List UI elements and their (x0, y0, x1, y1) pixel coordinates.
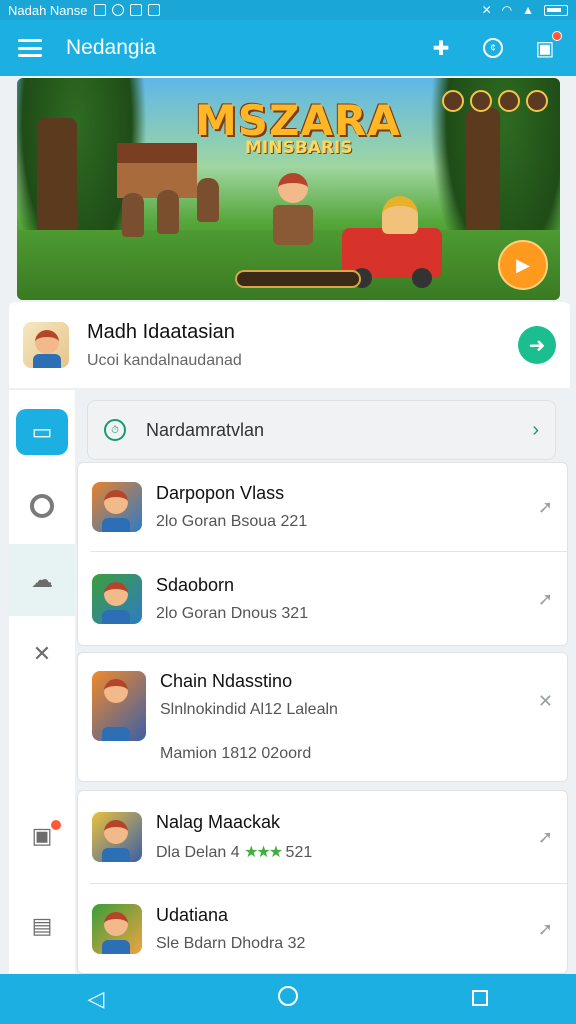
mute-icon: ✕ (481, 3, 492, 17)
list-group: Nalag Maackak Dla Delan 4 ★★★ 521 ➚ Udat… (77, 790, 568, 974)
featured-subtitle: Ucoi kandalnaudanad (87, 351, 242, 369)
hero-banner[interactable]: MSZARA MINSBARIS ▶ (17, 78, 560, 300)
filter-label: Nardamratvlan (146, 419, 265, 440)
close-icon: ✕ (32, 641, 52, 666)
item-avatar (92, 671, 146, 741)
notification-badge (552, 31, 562, 41)
nav-gift[interactable]: ▣ (9, 800, 75, 872)
notification-badge (51, 820, 61, 830)
side-nav: ▭ ☁ ✕ ▣ ▤ (9, 390, 75, 974)
item-avatar (92, 812, 142, 862)
content-area: ⏱ Nardamratvlan › Darpopon Vlass 2lo Gor… (77, 390, 570, 974)
nav-wallet[interactable]: ▭ (9, 396, 75, 468)
home-icon (278, 986, 298, 1006)
banner-subtitle: MINSBARIS (245, 138, 353, 158)
status-bar: Nadah Nanse ✕ ◠ ▲ (0, 0, 576, 20)
item-avatar (92, 904, 142, 954)
cloud-icon: ☁ (31, 567, 53, 592)
app-bar: Nedangia ✚ ¢ ▣ (0, 20, 576, 76)
item-avatar (92, 574, 142, 624)
featured-avatar (23, 322, 69, 368)
image-icon (129, 4, 142, 16)
go-button[interactable]: ➜ (518, 326, 556, 364)
list-item[interactable]: Nalag Maackak Dla Delan 4 ★★★ 521 ➚ (78, 791, 567, 883)
nav-cloud[interactable]: ☁ (9, 544, 75, 616)
item-detail: Mamion 1812 02oord (160, 745, 312, 762)
item-subtitle: Dla Delan 4 ★★★ 521 (156, 842, 312, 862)
filter-bar[interactable]: ⏱ Nardamratvlan › (87, 400, 556, 460)
item-subtitle: 2lo Goran Bsoua 221 (156, 513, 308, 530)
close-icon[interactable]: ✕ (538, 691, 553, 712)
play-button[interactable]: ▶ (498, 240, 548, 290)
sync-icon (111, 4, 124, 16)
item-rating-suffix: 521 (285, 844, 313, 861)
coin-icon: ¢ (483, 38, 503, 58)
item-title: Nalag Maackak (156, 812, 281, 832)
arrow-icon[interactable]: ➚ (538, 589, 553, 610)
rating-stars: ★★★ (244, 844, 283, 861)
wifi-icon: ◠ (501, 3, 513, 17)
arrow-icon[interactable]: ➚ (538, 497, 553, 518)
hut-illustration (117, 143, 197, 198)
item-title: Chain Ndasstino (160, 671, 293, 691)
home-button[interactable] (268, 986, 308, 1012)
list-item[interactable]: Udatiana Sle Bdarn Dhodra 32 ➚ (78, 884, 567, 974)
puzzle-icon[interactable]: ✚ (428, 35, 454, 61)
signal-icon: ▲ (522, 3, 534, 17)
status-text: Nadah Nanse (8, 2, 88, 18)
wallet-icon: ▭ (31, 419, 53, 444)
gift-button[interactable]: ▣ (532, 31, 562, 61)
gift-icon: ▣ (535, 37, 555, 60)
nav-ring[interactable] (9, 470, 75, 542)
item-title: Udatiana (156, 905, 229, 925)
app-title: Nedangia (66, 36, 156, 59)
item-avatar (92, 482, 142, 532)
item-subtitle: Sle Bdarn Dhodra 32 (156, 935, 306, 952)
arrow-icon[interactable]: ➚ (538, 919, 553, 940)
menu-icon[interactable] (18, 39, 42, 57)
hero-character (270, 173, 316, 255)
coin-button[interactable]: ¢ (480, 35, 506, 61)
arrow-right-icon: ➜ (528, 334, 546, 357)
document-icon: ▤ (31, 913, 53, 938)
recent-apps-icon (472, 990, 488, 1006)
list-group: Chain Ndasstino Slnlnokindid Al12 Laleal… (77, 652, 568, 782)
clock-icon: ⏱ (104, 419, 126, 441)
arrow-icon[interactable]: ➚ (538, 827, 553, 848)
truck-illustration (342, 228, 442, 288)
recent-apps-button[interactable] (460, 986, 500, 1012)
notification-icon (93, 4, 106, 16)
list-item[interactable]: Sdaoborn 2lo Goran Dnous 321 ➚ (78, 552, 567, 646)
item-title: Sdaoborn (156, 575, 235, 595)
system-nav-bar: ◁ (0, 974, 576, 1024)
ring-icon (30, 494, 54, 518)
list-group: Darpopon Vlass 2lo Goran Bsoua 221 ➚ Sda… (77, 462, 568, 646)
item-subtitle: Slnlnokindid Al12 Lalealn (160, 701, 338, 718)
nav-close[interactable]: ✕ (9, 618, 75, 690)
banner-progress-bar (235, 270, 361, 288)
download-icon (147, 4, 160, 16)
battery-icon (544, 4, 568, 16)
banner-hud (442, 90, 548, 112)
list-item[interactable]: Chain Ndasstino Slnlnokindid Al12 Laleal… (78, 653, 567, 781)
chevron-right-icon: › (532, 418, 539, 441)
rider-character (382, 196, 418, 234)
item-subtitle: 2lo Goran Dnous 321 (156, 605, 309, 622)
featured-title: Madh Idaatasian (87, 320, 235, 343)
item-title: Darpopon Vlass (156, 483, 285, 503)
featured-card[interactable]: Madh Idaatasian Ucoi kandalnaudanad ➜ (9, 302, 570, 388)
list-item[interactable]: Darpopon Vlass 2lo Goran Bsoua 221 ➚ (78, 463, 567, 551)
nav-document[interactable]: ▤ (9, 890, 75, 962)
item-subtitle-text: Dla Delan 4 (156, 844, 240, 861)
gift-icon: ▣ (31, 823, 53, 848)
back-icon[interactable]: ◁ (76, 986, 116, 1012)
